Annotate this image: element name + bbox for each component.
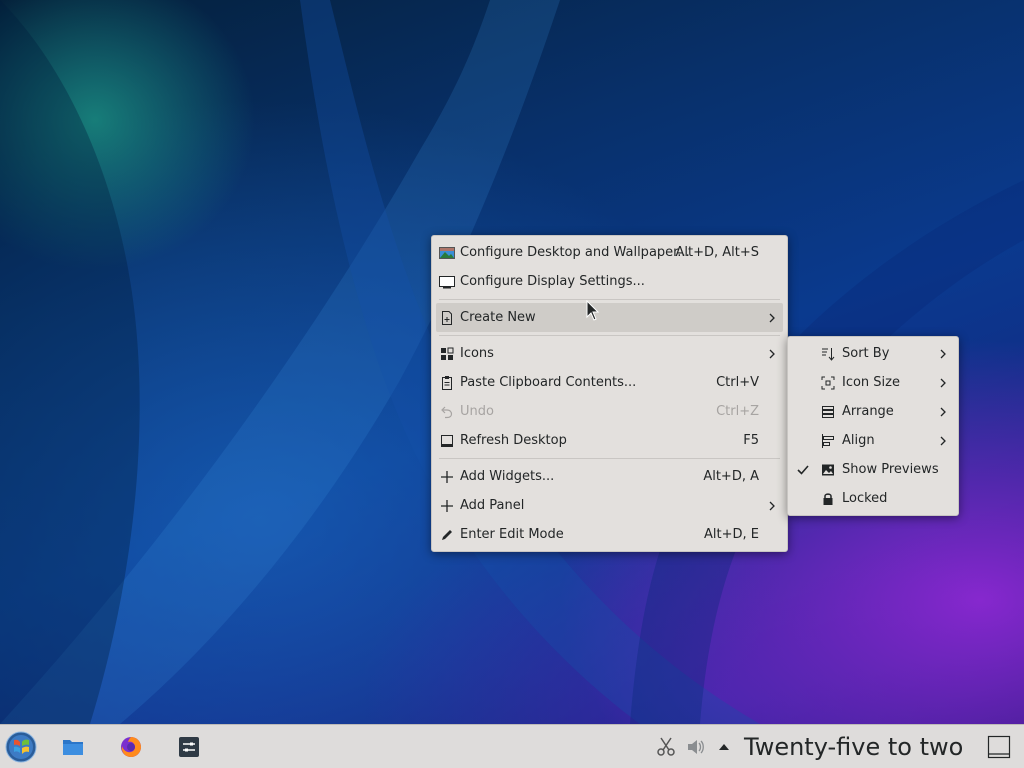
- chevron-right-icon: [940, 349, 946, 359]
- firefox-button[interactable]: [115, 731, 147, 763]
- menu-item-label: Sort By: [842, 346, 890, 361]
- display-icon: [439, 276, 455, 289]
- chevron-right-icon: [940, 407, 946, 417]
- menu-item-shortcut: Alt+D, E: [704, 527, 759, 542]
- system-settings-icon: [179, 737, 199, 757]
- menu-item-shortcut: F5: [743, 433, 759, 448]
- menu-item-label: Undo: [460, 404, 494, 419]
- menu-item-label: Icons: [460, 346, 494, 361]
- digital-clock[interactable]: Twenty-five to two: [744, 733, 963, 761]
- chevron-right-icon: [769, 501, 775, 511]
- expand-tray-icon[interactable]: [714, 737, 734, 757]
- plus-icon: [441, 500, 453, 512]
- firefox-icon: [121, 737, 141, 757]
- sort-icon: [822, 348, 835, 361]
- pencil-icon: [442, 530, 452, 540]
- menu-item-edit-mode[interactable]: Enter Edit Mode Alt+D, E: [432, 520, 787, 549]
- menu-item-configure-display[interactable]: Configure Display Settings...: [432, 267, 787, 296]
- image-icon: [822, 464, 834, 476]
- menu-item-label: Show Previews: [842, 462, 939, 477]
- menu-item-label: Locked: [842, 491, 888, 506]
- file-manager-button[interactable]: [57, 731, 89, 763]
- menu-separator: [432, 332, 787, 339]
- icons-submenu: Sort By Icon Size Arrange Align Show Pre…: [787, 336, 959, 516]
- wallpaper-icon: [439, 247, 455, 259]
- plus-icon: [441, 471, 453, 483]
- lock-icon: [823, 493, 833, 505]
- app-launcher-button[interactable]: [5, 731, 37, 763]
- menu-separator: [432, 296, 787, 303]
- taskbar-panel: Twenty-five to two: [0, 724, 1024, 768]
- menu-item-label: Enter Edit Mode: [460, 527, 564, 542]
- volume-icon[interactable]: [686, 737, 706, 757]
- menu-item-label: Add Widgets...: [460, 469, 555, 484]
- icon-size-icon: [821, 376, 835, 390]
- file-manager-icon: [63, 740, 83, 755]
- menu-item-icons[interactable]: Icons: [432, 339, 787, 368]
- menu-item-label: Arrange: [842, 404, 894, 419]
- menu-item-label: Paste Clipboard Contents...: [460, 375, 637, 390]
- submenu-item-arrange[interactable]: Arrange: [788, 397, 958, 426]
- submenu-item-sort-by[interactable]: Sort By: [788, 339, 958, 368]
- menu-item-paste[interactable]: Paste Clipboard Contents... Ctrl+V: [432, 368, 787, 397]
- menu-item-configure-desktop[interactable]: Configure Desktop and Wallpaper... Alt+D…: [432, 238, 787, 267]
- menu-item-label: Icon Size: [842, 375, 900, 390]
- menu-item-create-new[interactable]: Create New: [436, 303, 783, 332]
- menu-item-label: Configure Desktop and Wallpaper...: [460, 245, 690, 260]
- menu-item-label: Create New: [460, 310, 536, 325]
- arrange-icon: [822, 406, 834, 418]
- chevron-right-icon: [940, 378, 946, 388]
- menu-item-label: Align: [842, 433, 875, 448]
- new-file-icon: [442, 311, 452, 325]
- align-icon: [822, 434, 834, 448]
- menu-item-undo[interactable]: Undo Ctrl+Z: [432, 397, 787, 426]
- chevron-right-icon: [769, 349, 775, 359]
- menu-item-shortcut: Alt+D, Alt+S: [675, 245, 759, 260]
- menu-item-add-widgets[interactable]: Add Widgets... Alt+D, A: [432, 462, 787, 491]
- clipboard-icon: [442, 376, 452, 390]
- menu-item-shortcut: Alt+D, A: [703, 469, 759, 484]
- checkmark-icon: [797, 465, 809, 475]
- checkbox-empty-icon: [795, 491, 811, 507]
- chevron-right-icon: [940, 436, 946, 446]
- show-desktop-icon[interactable]: [987, 735, 1011, 759]
- submenu-item-align[interactable]: Align: [788, 426, 958, 455]
- undo-icon: [441, 406, 453, 419]
- menu-item-add-panel[interactable]: Add Panel: [432, 491, 787, 520]
- chevron-right-icon: [769, 313, 775, 323]
- menu-item-label: Add Panel: [460, 498, 525, 513]
- menu-item-shortcut: Ctrl+Z: [716, 404, 759, 419]
- menu-item-refresh[interactable]: Refresh Desktop F5: [432, 426, 787, 455]
- submenu-item-locked[interactable]: Locked: [788, 484, 958, 513]
- submenu-item-icon-size[interactable]: Icon Size: [788, 368, 958, 397]
- system-settings-button[interactable]: [173, 731, 205, 763]
- scissors-icon[interactable]: [656, 737, 676, 757]
- grid-icon: [441, 347, 454, 360]
- app-launcher-icon: [5, 731, 37, 763]
- menu-item-label: Configure Display Settings...: [460, 274, 645, 289]
- mouse-cursor-icon: [586, 300, 600, 321]
- menu-item-shortcut: Ctrl+V: [716, 375, 759, 390]
- menu-item-label: Refresh Desktop: [460, 433, 567, 448]
- refresh-icon: [441, 435, 453, 447]
- submenu-item-show-previews[interactable]: Show Previews: [788, 455, 958, 484]
- menu-separator: [432, 455, 787, 462]
- desktop-context-menu: Configure Desktop and Wallpaper... Alt+D…: [431, 235, 788, 552]
